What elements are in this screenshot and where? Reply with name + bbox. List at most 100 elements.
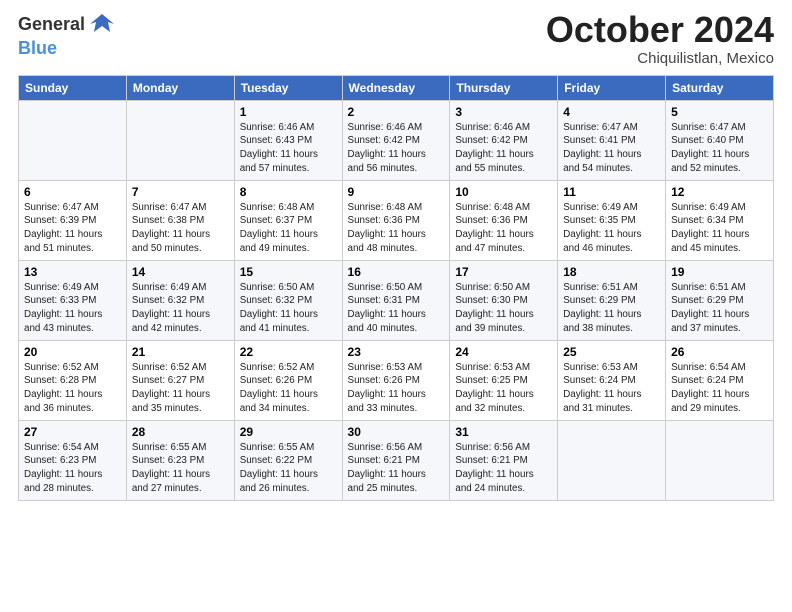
calendar-cell: 19 Sunrise: 6:51 AMSunset: 6:29 PMDayligh… bbox=[666, 260, 774, 340]
day-number: 15 bbox=[240, 265, 337, 279]
calendar-cell: 8 Sunrise: 6:48 AMSunset: 6:37 PMDaylight… bbox=[234, 180, 342, 260]
day-info: Sunrise: 6:48 AMSunset: 6:37 PMDaylight:… bbox=[240, 201, 337, 256]
weekday-header-row: SundayMondayTuesdayWednesdayThursdayFrid… bbox=[19, 75, 774, 100]
logo-blue-text: Blue bbox=[18, 38, 57, 58]
calendar-cell: 15 Sunrise: 6:50 AMSunset: 6:32 PMDayligh… bbox=[234, 260, 342, 340]
logo-general-text: General bbox=[18, 14, 85, 35]
calendar-cell: 26 Sunrise: 6:54 AMSunset: 6:24 PMDayligh… bbox=[666, 340, 774, 420]
location: Chiquilistlan, Mexico bbox=[546, 50, 774, 67]
day-number: 24 bbox=[455, 345, 552, 359]
week-row-1: 1Sunrise: 6:46 AMSunset: 6:43 PMDaylight… bbox=[19, 100, 774, 180]
calendar-cell: 6 Sunrise: 6:47 AMSunset: 6:39 PMDaylight… bbox=[19, 180, 127, 260]
day-number: 13 bbox=[24, 265, 121, 279]
calendar-cell: 28 Sunrise: 6:55 AMSunset: 6:23 PMDayligh… bbox=[126, 420, 234, 500]
day-info: Sunrise: 6:53 AMSunset: 6:25 PMDaylight:… bbox=[455, 361, 552, 416]
day-info: Sunrise: 6:47 AMSunset: 6:39 PMDaylight:… bbox=[24, 201, 121, 256]
weekday-header-tuesday: Tuesday bbox=[234, 75, 342, 100]
day-info: Sunrise: 6:55 AMSunset: 6:23 PMDaylight:… bbox=[132, 441, 229, 496]
calendar-cell: 1Sunrise: 6:46 AMSunset: 6:43 PMDaylight… bbox=[234, 100, 342, 180]
calendar-cell: 23 Sunrise: 6:53 AMSunset: 6:26 PMDayligh… bbox=[342, 340, 450, 420]
week-row-5: 27Sunrise: 6:54 AMSunset: 6:23 PMDayligh… bbox=[19, 420, 774, 500]
day-number: 31 bbox=[455, 425, 552, 439]
day-number: 5 bbox=[671, 105, 768, 119]
day-info: Sunrise: 6:46 AMSunset: 6:42 PMDaylight:… bbox=[455, 121, 552, 176]
day-info: Sunrise: 6:46 AMSunset: 6:43 PMDaylight:… bbox=[240, 121, 337, 176]
day-number: 8 bbox=[240, 185, 337, 199]
day-number: 19 bbox=[671, 265, 768, 279]
calendar-cell: 24 Sunrise: 6:53 AMSunset: 6:25 PMDayligh… bbox=[450, 340, 558, 420]
day-number: 16 bbox=[348, 265, 445, 279]
calendar-cell: 25 Sunrise: 6:53 AMSunset: 6:24 PMDayligh… bbox=[558, 340, 666, 420]
calendar-cell bbox=[126, 100, 234, 180]
calendar-cell: 18Sunrise: 6:51 AMSunset: 6:29 PMDayligh… bbox=[558, 260, 666, 340]
day-info: Sunrise: 6:48 AMSunset: 6:36 PMDaylight:… bbox=[348, 201, 445, 256]
day-info: Sunrise: 6:50 AMSunset: 6:30 PMDaylight:… bbox=[455, 281, 552, 336]
week-row-2: 6 Sunrise: 6:47 AMSunset: 6:39 PMDaylight… bbox=[19, 180, 774, 260]
calendar-cell bbox=[666, 420, 774, 500]
weekday-header-thursday: Thursday bbox=[450, 75, 558, 100]
day-info: Sunrise: 6:56 AMSunset: 6:21 PMDaylight:… bbox=[455, 441, 552, 496]
day-info: Sunrise: 6:53 AMSunset: 6:24 PMDaylight:… bbox=[563, 361, 660, 416]
week-row-3: 13Sunrise: 6:49 AMSunset: 6:33 PMDayligh… bbox=[19, 260, 774, 340]
day-info: Sunrise: 6:49 AMSunset: 6:35 PMDaylight:… bbox=[563, 201, 660, 256]
calendar-cell: 29 Sunrise: 6:55 AMSunset: 6:22 PMDayligh… bbox=[234, 420, 342, 500]
weekday-header-friday: Friday bbox=[558, 75, 666, 100]
day-info: Sunrise: 6:49 AMSunset: 6:32 PMDaylight:… bbox=[132, 281, 229, 336]
calendar-cell: 3Sunrise: 6:46 AMSunset: 6:42 PMDaylight… bbox=[450, 100, 558, 180]
weekday-header-saturday: Saturday bbox=[666, 75, 774, 100]
calendar-cell: 11 Sunrise: 6:49 AMSunset: 6:35 PMDayligh… bbox=[558, 180, 666, 260]
day-info: Sunrise: 6:51 AMSunset: 6:29 PMDaylight:… bbox=[671, 281, 768, 336]
calendar-cell: 10 Sunrise: 6:48 AMSunset: 6:36 PMDayligh… bbox=[450, 180, 558, 260]
day-number: 23 bbox=[348, 345, 445, 359]
day-info: Sunrise: 6:49 AMSunset: 6:34 PMDaylight:… bbox=[671, 201, 768, 256]
day-number: 14 bbox=[132, 265, 229, 279]
calendar-cell: 21Sunrise: 6:52 AMSunset: 6:27 PMDayligh… bbox=[126, 340, 234, 420]
day-number: 11 bbox=[563, 185, 660, 199]
calendar-cell bbox=[19, 100, 127, 180]
day-number: 20 bbox=[24, 345, 121, 359]
day-number: 6 bbox=[24, 185, 121, 199]
page: General Blue October 2024 Chiquilistlan,… bbox=[0, 0, 792, 612]
day-info: Sunrise: 6:52 AMSunset: 6:28 PMDaylight:… bbox=[24, 361, 121, 416]
calendar-cell: 17 Sunrise: 6:50 AMSunset: 6:30 PMDayligh… bbox=[450, 260, 558, 340]
calendar-cell: 4 Sunrise: 6:47 AMSunset: 6:41 PMDaylight… bbox=[558, 100, 666, 180]
calendar-cell: 31 Sunrise: 6:56 AMSunset: 6:21 PMDayligh… bbox=[450, 420, 558, 500]
title-block: October 2024 Chiquilistlan, Mexico bbox=[546, 10, 774, 67]
day-number: 25 bbox=[563, 345, 660, 359]
day-info: Sunrise: 6:55 AMSunset: 6:22 PMDaylight:… bbox=[240, 441, 337, 496]
calendar-cell: 13Sunrise: 6:49 AMSunset: 6:33 PMDayligh… bbox=[19, 260, 127, 340]
day-info: Sunrise: 6:46 AMSunset: 6:42 PMDaylight:… bbox=[348, 121, 445, 176]
day-number: 7 bbox=[132, 185, 229, 199]
day-info: Sunrise: 6:48 AMSunset: 6:36 PMDaylight:… bbox=[455, 201, 552, 256]
calendar-cell: 30Sunrise: 6:56 AMSunset: 6:21 PMDayligh… bbox=[342, 420, 450, 500]
day-info: Sunrise: 6:52 AMSunset: 6:26 PMDaylight:… bbox=[240, 361, 337, 416]
day-number: 4 bbox=[563, 105, 660, 119]
calendar-table: SundayMondayTuesdayWednesdayThursdayFrid… bbox=[18, 75, 774, 501]
calendar-cell: 5 Sunrise: 6:47 AMSunset: 6:40 PMDaylight… bbox=[666, 100, 774, 180]
day-number: 29 bbox=[240, 425, 337, 439]
calendar-cell: 2 Sunrise: 6:46 AMSunset: 6:42 PMDaylight… bbox=[342, 100, 450, 180]
day-number: 9 bbox=[348, 185, 445, 199]
calendar-cell: 22Sunrise: 6:52 AMSunset: 6:26 PMDayligh… bbox=[234, 340, 342, 420]
calendar-cell bbox=[558, 420, 666, 500]
day-number: 10 bbox=[455, 185, 552, 199]
header: General Blue October 2024 Chiquilistlan,… bbox=[18, 10, 774, 67]
day-info: Sunrise: 6:54 AMSunset: 6:24 PMDaylight:… bbox=[671, 361, 768, 416]
weekday-header-monday: Monday bbox=[126, 75, 234, 100]
day-info: Sunrise: 6:47 AMSunset: 6:38 PMDaylight:… bbox=[132, 201, 229, 256]
day-info: Sunrise: 6:53 AMSunset: 6:26 PMDaylight:… bbox=[348, 361, 445, 416]
day-number: 12 bbox=[671, 185, 768, 199]
day-info: Sunrise: 6:50 AMSunset: 6:32 PMDaylight:… bbox=[240, 281, 337, 336]
day-number: 28 bbox=[132, 425, 229, 439]
day-number: 17 bbox=[455, 265, 552, 279]
day-info: Sunrise: 6:47 AMSunset: 6:40 PMDaylight:… bbox=[671, 121, 768, 176]
day-info: Sunrise: 6:50 AMSunset: 6:31 PMDaylight:… bbox=[348, 281, 445, 336]
day-number: 2 bbox=[348, 105, 445, 119]
calendar-cell: 12 Sunrise: 6:49 AMSunset: 6:34 PMDayligh… bbox=[666, 180, 774, 260]
calendar-cell: 7 Sunrise: 6:47 AMSunset: 6:38 PMDaylight… bbox=[126, 180, 234, 260]
day-number: 26 bbox=[671, 345, 768, 359]
day-info: Sunrise: 6:47 AMSunset: 6:41 PMDaylight:… bbox=[563, 121, 660, 176]
calendar-cell: 9 Sunrise: 6:48 AMSunset: 6:36 PMDaylight… bbox=[342, 180, 450, 260]
logo: General Blue bbox=[18, 10, 116, 59]
calendar-cell: 27Sunrise: 6:54 AMSunset: 6:23 PMDayligh… bbox=[19, 420, 127, 500]
